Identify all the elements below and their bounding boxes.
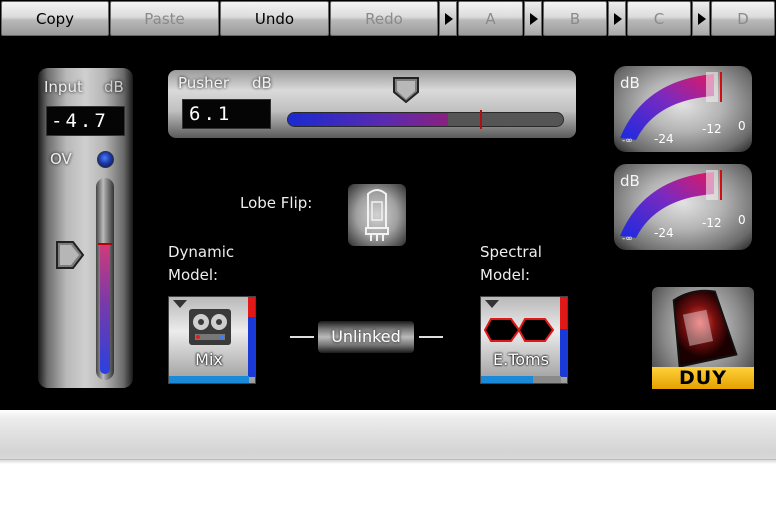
gauge-2-tick-neg-inf: -∞ xyxy=(622,234,633,244)
tube-icon xyxy=(365,189,389,241)
spectral-model-blue-bar xyxy=(560,329,567,377)
dropdown-arrow-icon xyxy=(173,300,187,308)
paste-button[interactable]: Paste xyxy=(110,1,219,36)
gauge-1-tick-neg-inf: -∞ xyxy=(622,136,633,146)
duy-logo-text: DUY xyxy=(652,367,754,389)
input-fader-handle-icon[interactable] xyxy=(55,240,85,270)
spectral-model-selector[interactable]: E.Toms xyxy=(480,296,568,384)
input-label: Input xyxy=(44,78,83,96)
ov-label: OV xyxy=(50,150,72,168)
pusher-label: Pusher xyxy=(178,74,230,92)
input-peak-marker xyxy=(98,243,112,245)
pusher-peak-marker xyxy=(480,110,482,129)
dynamic-model-blue-bar xyxy=(248,317,255,377)
unlinked-button[interactable]: Unlinked xyxy=(318,321,414,353)
tape-reel-icon xyxy=(189,309,231,345)
dynamic-model-bottom-bar xyxy=(169,376,249,383)
lobe-flip-label: Lobe Flip: xyxy=(240,194,313,212)
preset-c-button[interactable]: C xyxy=(627,1,691,36)
dynamic-model-label-line2: Model: xyxy=(168,266,219,284)
input-value-display[interactable]: -4.7 xyxy=(46,106,125,136)
copy-button[interactable]: Copy xyxy=(1,1,109,36)
pusher-slider-handle-icon[interactable] xyxy=(392,76,420,104)
gauge-1-tick-0: 0 xyxy=(738,119,746,133)
preset-a-button[interactable]: A xyxy=(458,1,523,36)
spectral-model-name: E.Toms xyxy=(493,350,549,369)
pusher-level-meter xyxy=(287,112,564,127)
gauge-1-tick-neg12: -12 xyxy=(702,122,722,136)
toolbar: Copy Paste Undo Redo A B C D xyxy=(0,0,776,38)
redo-button[interactable]: Redo xyxy=(330,1,438,36)
gauge-2-unit: dB xyxy=(620,172,640,190)
preset-d-button[interactable]: D xyxy=(711,1,775,36)
dropdown-arrow-icon xyxy=(485,300,499,308)
overload-led-icon xyxy=(97,151,114,168)
spectral-model-red-bar xyxy=(560,297,567,329)
lobe-flip-button[interactable] xyxy=(348,184,406,246)
dynamic-model-selector[interactable]: Mix xyxy=(168,296,256,384)
pusher-unit-label: dB xyxy=(252,74,272,92)
pusher-value-display[interactable]: 6.1 xyxy=(182,99,271,129)
spectral-model-label-line2: Model: xyxy=(480,266,531,284)
dynamic-model-name: Mix xyxy=(195,350,223,369)
input-level-meter xyxy=(100,244,110,374)
link-line-right xyxy=(419,336,443,338)
pusher-level-fill xyxy=(288,113,448,126)
input-unit-label: dB xyxy=(104,78,124,96)
spectral-model-bottom-bar-rest xyxy=(533,376,561,383)
bottom-bar xyxy=(0,410,776,514)
preset-c-arrow-icon[interactable] xyxy=(608,1,626,36)
dynamic-model-red-bar xyxy=(248,297,255,317)
drum-toms-icon xyxy=(483,318,555,342)
preset-b-button[interactable]: B xyxy=(543,1,607,36)
gauge-2-tick-neg24: -24 xyxy=(654,226,674,240)
spectral-model-bottom-bar xyxy=(481,376,533,383)
undo-button[interactable]: Undo xyxy=(220,1,329,36)
dynamic-model-label-line1: Dynamic xyxy=(168,243,235,261)
gauge-2-tick-0: 0 xyxy=(738,213,746,227)
preset-a-arrow-icon[interactable] xyxy=(439,1,457,36)
preset-d-arrow-icon[interactable] xyxy=(692,1,710,36)
gauge-2-tick-neg12: -12 xyxy=(702,216,722,230)
gauge-1-unit: dB xyxy=(620,74,640,92)
bottom-divider xyxy=(0,459,776,460)
spectral-model-label-line1: Spectral xyxy=(480,243,542,261)
link-line-left xyxy=(290,336,314,338)
output-gauge-2: dB -∞ -24 -12 0 xyxy=(614,164,752,250)
gauge-1-tick-neg24: -24 xyxy=(654,132,674,146)
preset-b-arrow-icon[interactable] xyxy=(524,1,542,36)
output-gauge-1: dB -∞ -24 -12 0 xyxy=(614,66,752,152)
